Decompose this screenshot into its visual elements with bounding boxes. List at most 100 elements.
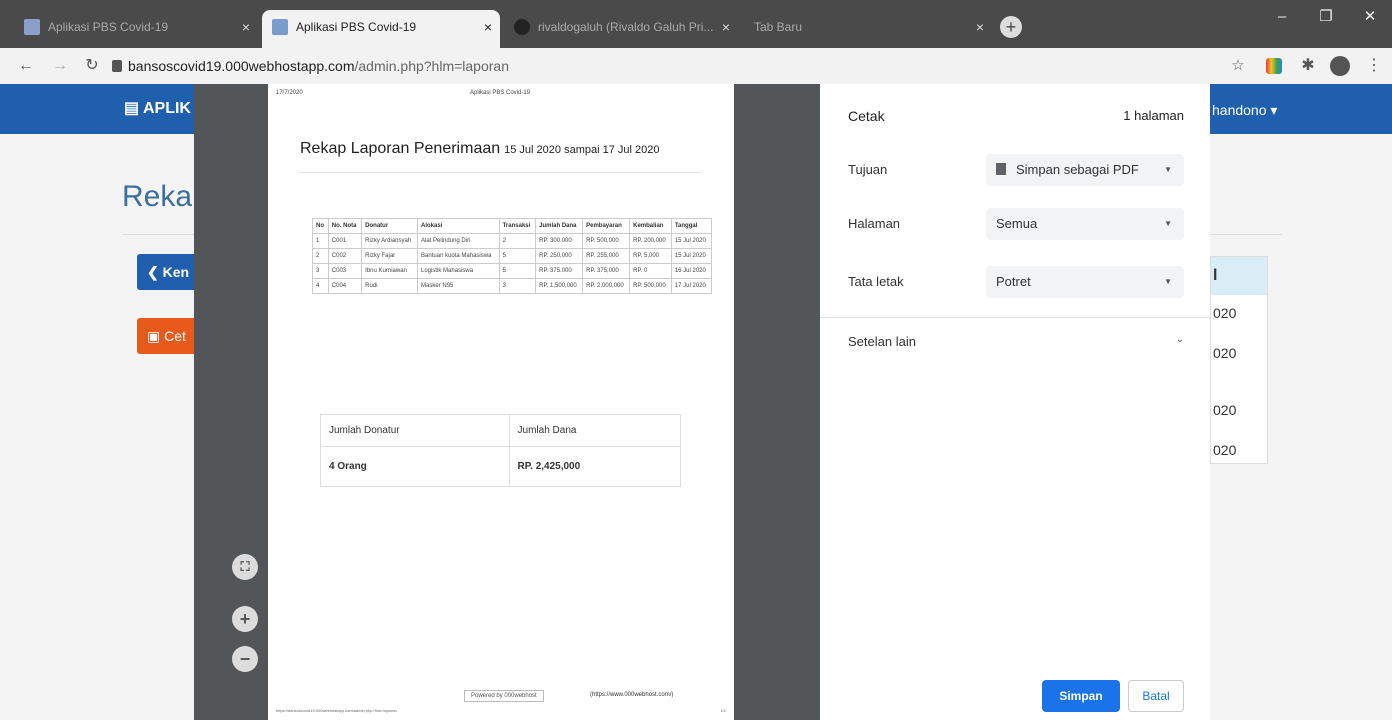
table-cell: 5 xyxy=(498,263,537,280)
save-button[interactable]: Simpan xyxy=(1042,680,1120,712)
tab-close-icon[interactable]: × xyxy=(484,10,492,44)
print-settings-panel: Cetak 1 halaman Tujuan Simpan sebagai PD… xyxy=(820,84,1210,720)
report-title: Rekap Laporan Penerimaan xyxy=(300,140,501,157)
table-cell: C001 xyxy=(327,233,363,250)
tab-close-icon[interactable]: × xyxy=(976,10,984,44)
table-cell: RP. 5,000 xyxy=(629,248,672,265)
zoom-in-icon[interactable]: + xyxy=(232,606,258,632)
table-cell: RP. 0 xyxy=(629,263,672,280)
table-cell: 020 xyxy=(1213,402,1237,418)
divider xyxy=(820,317,1210,318)
table-row: 2 C002 Rizky Fajar Bantuan kuota Mahasis… xyxy=(312,248,713,265)
address-bar[interactable]: bansoscovid19.000webhostapp.com/admin.ph… xyxy=(112,53,1212,79)
destination-select[interactable]: Simpan sebagai PDF ▼ xyxy=(986,154,1184,186)
menu-dots-icon[interactable]: ⋮ xyxy=(1362,54,1386,78)
table-header: l xyxy=(1211,257,1267,295)
user-menu[interactable]: handono ▾ xyxy=(1212,102,1277,119)
dropdown-caret-icon: ▼ xyxy=(1164,219,1172,228)
reload-icon[interactable]: ↻ xyxy=(80,54,104,78)
report-heading: Rekap Laporan Penerimaan 15 Jul 2020 samp… xyxy=(300,140,659,158)
footer-url: https://bansoscovid19.000webhostapp.com/… xyxy=(276,708,397,713)
tab-close-icon[interactable]: × xyxy=(242,10,250,44)
table-cell: Bantuan kuota Mahasiswa xyxy=(417,248,500,265)
forward-arrow-icon[interactable]: → xyxy=(48,54,72,78)
table-cell: RP. 300.000 xyxy=(535,233,584,250)
pages-label: Halaman xyxy=(848,216,901,231)
table-cell: RP. 375,000 xyxy=(582,263,631,280)
col-header: Transaksi xyxy=(498,217,537,235)
chevron-down-icon[interactable]: ⌄ xyxy=(1176,334,1184,345)
table-cell: 16 Jul 2020 xyxy=(670,263,713,280)
table-cell: RP. 200,000 xyxy=(629,233,672,250)
divider xyxy=(122,234,196,235)
document-icon xyxy=(996,163,1006,175)
summary-label-donatur: Jumlah Donatur xyxy=(320,414,510,447)
table-cell: RP. 250,000 xyxy=(535,248,584,265)
col-header: No. Nota xyxy=(327,217,363,235)
summary-table: Jumlah Donatur Jumlah Dana 4 Orang RP. 2… xyxy=(320,414,682,487)
chevron-left-icon: ❮ xyxy=(147,264,163,280)
print-icon: ▣ xyxy=(147,328,165,344)
table-cell: RP. 255,000 xyxy=(582,248,631,265)
background-table: l 020 020 020 020 xyxy=(1210,256,1268,464)
page-title: Reka xyxy=(122,180,193,213)
browser-toolbar: ← → ↻ bansoscovid19.000webhostapp.com/ad… xyxy=(0,48,1392,84)
summary-value-donatur: 4 Orang xyxy=(320,446,510,487)
table-cell: Rudi xyxy=(361,278,419,295)
star-icon[interactable]: ☆ xyxy=(1226,54,1250,78)
app-brand[interactable]: ▤ APLIK xyxy=(124,98,191,118)
col-header: Kembalian xyxy=(629,217,672,235)
col-header: Pembayaran xyxy=(582,217,631,235)
table-cell: Logistik Mahasiswa xyxy=(417,263,500,280)
tab-label: rivaldogaluh (Rivaldo Galuh Pri... xyxy=(538,20,714,34)
table-cell: Rizky Fajar xyxy=(361,248,419,265)
zoom-out-icon[interactable]: − xyxy=(232,646,258,672)
tab-2[interactable]: Aplikasi PBS Covid-19 × xyxy=(262,10,500,48)
maximize-icon[interactable]: ❐ xyxy=(1304,0,1348,34)
preview-page: 17/7/2020 Aplikasi PBS Covid-19 Rekap La… xyxy=(268,84,734,720)
table-cell: RP. 375.000 xyxy=(535,263,584,280)
summary-value-dana: RP. 2,425,000 xyxy=(508,446,682,487)
panel-title: Cetak xyxy=(848,108,885,124)
table-cell: Ibnu Kurniawan xyxy=(361,263,419,280)
puzzle-icon[interactable]: ✱ xyxy=(1296,54,1320,78)
table-cell: 1 xyxy=(312,233,329,250)
table-row: 3 C003 Ibnu Kurniawan Logistik Mahasiswa… xyxy=(312,263,713,280)
more-settings-toggle[interactable]: Setelan lain xyxy=(848,334,916,349)
layout-select[interactable]: Potret ▼ xyxy=(986,266,1184,298)
tab-1[interactable]: Aplikasi PBS Covid-19 × xyxy=(14,10,258,48)
tab-4[interactable]: Tab Baru × xyxy=(742,10,992,48)
table-cell: 020 xyxy=(1213,345,1237,361)
table-cell: 17 Jul 2020 xyxy=(670,278,713,295)
table-cell: 4 xyxy=(312,278,329,295)
close-window-icon[interactable]: ✕ xyxy=(1348,0,1392,34)
back-button[interactable]: ❮ Ken xyxy=(137,254,197,290)
table-cell: 3 xyxy=(498,278,537,295)
page-footer: Powered by 000webhost (https://www.000we… xyxy=(268,684,734,720)
back-arrow-icon[interactable]: ← xyxy=(14,54,38,78)
table-cell: 2 xyxy=(498,233,537,250)
powered-badge: Powered by 000webhost xyxy=(464,690,544,702)
layout-label: Tata letak xyxy=(848,274,904,289)
new-tab-icon[interactable]: + xyxy=(1000,16,1022,38)
lock-icon xyxy=(112,60,122,72)
divider xyxy=(298,172,702,173)
tab-close-icon[interactable]: × xyxy=(722,10,730,44)
dropdown-caret-icon: ▼ xyxy=(1164,277,1172,286)
table-cell: RP. 500,000 xyxy=(582,233,631,250)
tab-3[interactable]: rivaldogaluh (Rivaldo Galuh Pri... × xyxy=(504,10,738,48)
minimize-icon[interactable]: – xyxy=(1260,0,1304,34)
table-cell: RP. 500,000 xyxy=(629,278,672,295)
list-icon: ▤ xyxy=(124,100,143,117)
table-cell: Rizky Ardiansyah xyxy=(361,233,419,250)
pages-select[interactable]: Semua ▼ xyxy=(986,208,1184,240)
avatar[interactable] xyxy=(1330,56,1350,76)
tab-favicon-icon xyxy=(272,19,288,35)
col-header: Donatur xyxy=(361,217,419,235)
cancel-button[interactable]: Batal xyxy=(1128,680,1184,712)
extension-icon[interactable] xyxy=(1266,58,1282,74)
print-button[interactable]: ▣ Cet xyxy=(137,318,197,354)
table-header-row: No No. Nota Donatur Alokasi Transaksi Ju… xyxy=(312,217,713,235)
page-header-date: 17/7/2020 xyxy=(276,90,303,96)
fit-to-page-icon[interactable]: ⛶ xyxy=(232,554,258,580)
